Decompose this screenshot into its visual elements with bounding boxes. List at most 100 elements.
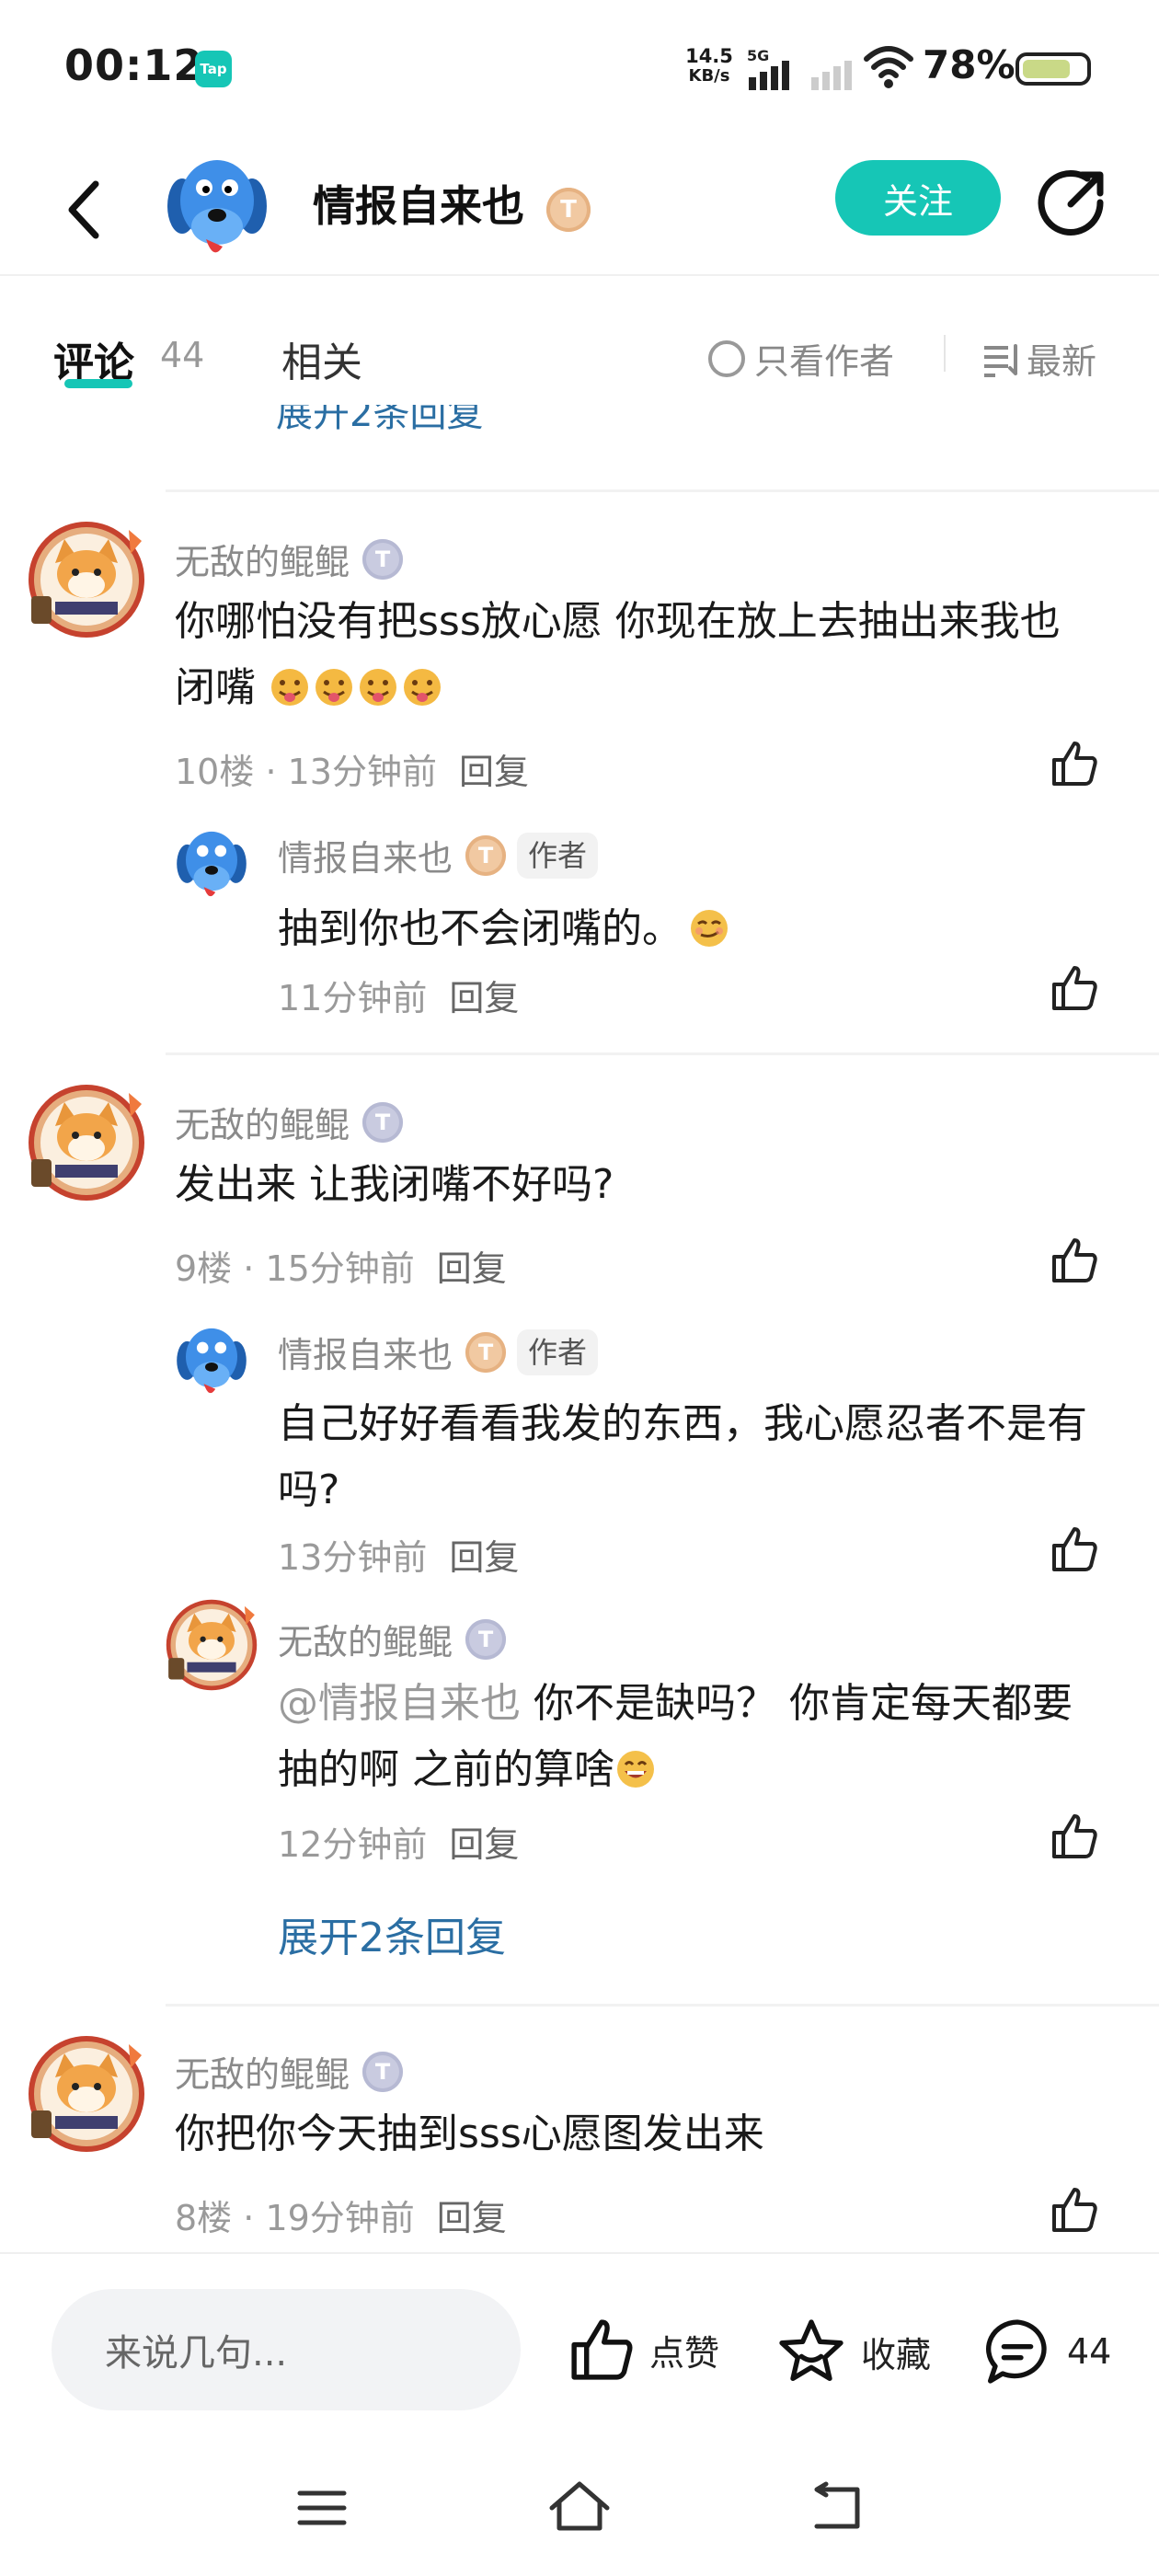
comment-count: 44 bbox=[1067, 2331, 1112, 2372]
comment-text: 发出来 让我闭嘴不好吗? bbox=[175, 1161, 614, 1208]
comment-bubble-icon bbox=[986, 2319, 1047, 2384]
commenter-name-text: 无敌的鲲鲲 bbox=[175, 1105, 350, 1145]
reply-author-name[interactable]: 无敌的鲲鲲 T bbox=[278, 1614, 507, 1664]
reply-button[interactable]: 回复 bbox=[449, 978, 519, 1018]
back-arrow-icon[interactable] bbox=[57, 173, 112, 247]
floor-number: 10楼 bbox=[175, 752, 255, 792]
reply-button[interactable]: 回复 bbox=[449, 1824, 519, 1865]
comment-time: 19分钟前 bbox=[265, 2198, 415, 2238]
smirk-emoji-icon bbox=[691, 910, 728, 947]
tongue-out-emoji-icon bbox=[404, 669, 441, 706]
comment-divider bbox=[166, 1052, 1159, 1055]
floor-number: 9楼 bbox=[175, 1248, 233, 1289]
tongue-out-emoji-icon bbox=[360, 669, 396, 706]
battery-icon bbox=[1016, 52, 1091, 86]
comment-button[interactable]: 44 bbox=[981, 2315, 1111, 2388]
sort-toggle[interactable]: 最新 bbox=[981, 333, 1096, 384]
level-badge-icon: T bbox=[465, 1331, 507, 1373]
level-badge-icon: T bbox=[362, 2051, 404, 2092]
nav-back-icon[interactable] bbox=[808, 2480, 866, 2536]
reply-time: 11分钟前 bbox=[278, 978, 428, 1018]
author-name[interactable]: 情报自来也 T bbox=[313, 173, 591, 234]
comment-meta: 9楼 · 15分钟前 回复 bbox=[175, 1248, 507, 1289]
reply-text-body: 抽到你也不会闭嘴的。 bbox=[278, 905, 683, 952]
reply-author-name[interactable]: 情报自来也 T 作者 bbox=[278, 1327, 599, 1377]
section-divider bbox=[166, 489, 1159, 492]
commenter-name[interactable]: 无敌的鲲鲲 T bbox=[175, 2046, 404, 2097]
tab-comments-count: 44 bbox=[160, 335, 205, 375]
reply-button[interactable]: 回复 bbox=[437, 1248, 507, 1289]
author-tag: 作者 bbox=[517, 832, 599, 879]
net-speed: 14.5 KB/s bbox=[683, 46, 736, 86]
commenter-avatar[interactable] bbox=[28, 521, 145, 638]
reply-author-name[interactable]: 情报自来也 T 作者 bbox=[278, 830, 599, 880]
thumbs-up-icon[interactable] bbox=[1049, 738, 1100, 789]
reply-meta: 13分钟前 回复 bbox=[278, 1529, 519, 1580]
commenter-name-text: 无敌的鲲鲲 bbox=[175, 2054, 350, 2095]
tap-app-icon: Tap bbox=[195, 51, 232, 87]
battery-fill bbox=[1023, 60, 1070, 78]
expand-replies-link-partial[interactable]: 展开2条回复 bbox=[276, 405, 483, 445]
tab-divider bbox=[944, 335, 946, 372]
commenter-name-text: 无敌的鲲鲲 bbox=[175, 542, 350, 582]
reply-author-name-text: 情报自来也 bbox=[278, 838, 453, 879]
reply-time: 13分钟前 bbox=[278, 1537, 428, 1578]
share-icon[interactable] bbox=[1036, 166, 1109, 239]
tongue-out-emoji-icon bbox=[316, 669, 352, 706]
reply-meta: 12分钟前 回复 bbox=[278, 1816, 519, 1867]
thumbs-up-icon[interactable] bbox=[1049, 1524, 1100, 1575]
comment-meta: 8楼 · 19分钟前 回复 bbox=[175, 2198, 507, 2238]
author-only-toggle[interactable]: 只看作者 bbox=[708, 333, 894, 384]
level-badge-icon: T bbox=[362, 1101, 404, 1143]
thumbs-up-icon[interactable] bbox=[1049, 1235, 1100, 1286]
reply-avatar[interactable] bbox=[173, 824, 250, 907]
level-badge-icon: T bbox=[362, 538, 404, 580]
comment-time: 13分钟前 bbox=[287, 752, 437, 792]
commenter-name[interactable]: 无敌的鲲鲲 T bbox=[175, 534, 404, 584]
commenter-avatar[interactable] bbox=[28, 2035, 145, 2153]
favorite-button[interactable]: 收藏 bbox=[775, 2315, 931, 2388]
comment-text: 你哪怕没有把sss放心愿 你现在放上去抽出来我也闭嘴 bbox=[175, 589, 1095, 721]
comment-text: 你把你今天抽到sss心愿图发出来 bbox=[175, 2110, 764, 2157]
tongue-out-emoji-icon bbox=[271, 669, 308, 706]
follow-button[interactable]: 关注 bbox=[835, 160, 1001, 236]
reply-author-name-text: 情报自来也 bbox=[278, 1335, 453, 1375]
system-nav-bar bbox=[0, 2447, 1159, 2576]
author-avatar[interactable] bbox=[162, 151, 272, 267]
author-tag: 作者 bbox=[517, 1328, 599, 1375]
comment-time: 15分钟前 bbox=[265, 1248, 415, 1289]
thumbs-up-icon[interactable] bbox=[1049, 962, 1100, 1014]
like-label: 点赞 bbox=[649, 2332, 720, 2374]
thumbs-up-icon[interactable] bbox=[1049, 2184, 1100, 2236]
thumbs-up-icon bbox=[571, 2319, 633, 2380]
reply-button[interactable]: 回复 bbox=[449, 1537, 519, 1578]
comment-input[interactable]: 来说几句... bbox=[52, 2289, 521, 2410]
reply-text: 自己好好看看我发的东西，我心愿忍者不是有吗? bbox=[278, 1400, 1087, 1513]
commenter-name[interactable]: 无敌的鲲鲲 T bbox=[175, 1097, 404, 1147]
like-button[interactable]: 点赞 bbox=[567, 2315, 719, 2385]
sort-icon bbox=[984, 343, 1017, 377]
author-only-label: 只看作者 bbox=[754, 341, 895, 382]
mention-link[interactable]: @情报自来也 bbox=[278, 1680, 521, 1727]
floor-number: 8楼 bbox=[175, 2198, 233, 2238]
sort-label: 最新 bbox=[1027, 341, 1097, 382]
wifi-icon bbox=[864, 46, 913, 88]
thumbs-up-icon[interactable] bbox=[1049, 1811, 1100, 1862]
reply-button[interactable]: 回复 bbox=[459, 752, 529, 792]
reply-button[interactable]: 回复 bbox=[437, 2198, 507, 2238]
menu-icon[interactable] bbox=[294, 2480, 350, 2536]
favorite-label: 收藏 bbox=[861, 2334, 932, 2375]
reply-author-name-text: 无敌的鲲鲲 bbox=[278, 1622, 453, 1662]
reply-avatar[interactable] bbox=[173, 1321, 250, 1404]
commenter-avatar[interactable] bbox=[28, 1084, 145, 1202]
network-type-label: 5G bbox=[747, 48, 769, 64]
grin-emoji-icon bbox=[617, 1751, 654, 1788]
tab-related[interactable]: 相关 bbox=[281, 329, 362, 388]
level-badge-icon: T bbox=[546, 188, 591, 232]
clock: 00:12 bbox=[64, 40, 204, 90]
star-icon bbox=[779, 2319, 843, 2381]
reply-avatar[interactable] bbox=[166, 1599, 258, 1691]
status-bar: 00:12 Tap 14.5 KB/s 5G 78% bbox=[0, 0, 1159, 138]
expand-replies-link[interactable]: 展开2条回复 bbox=[278, 1904, 506, 1963]
home-icon[interactable] bbox=[546, 2477, 613, 2536]
